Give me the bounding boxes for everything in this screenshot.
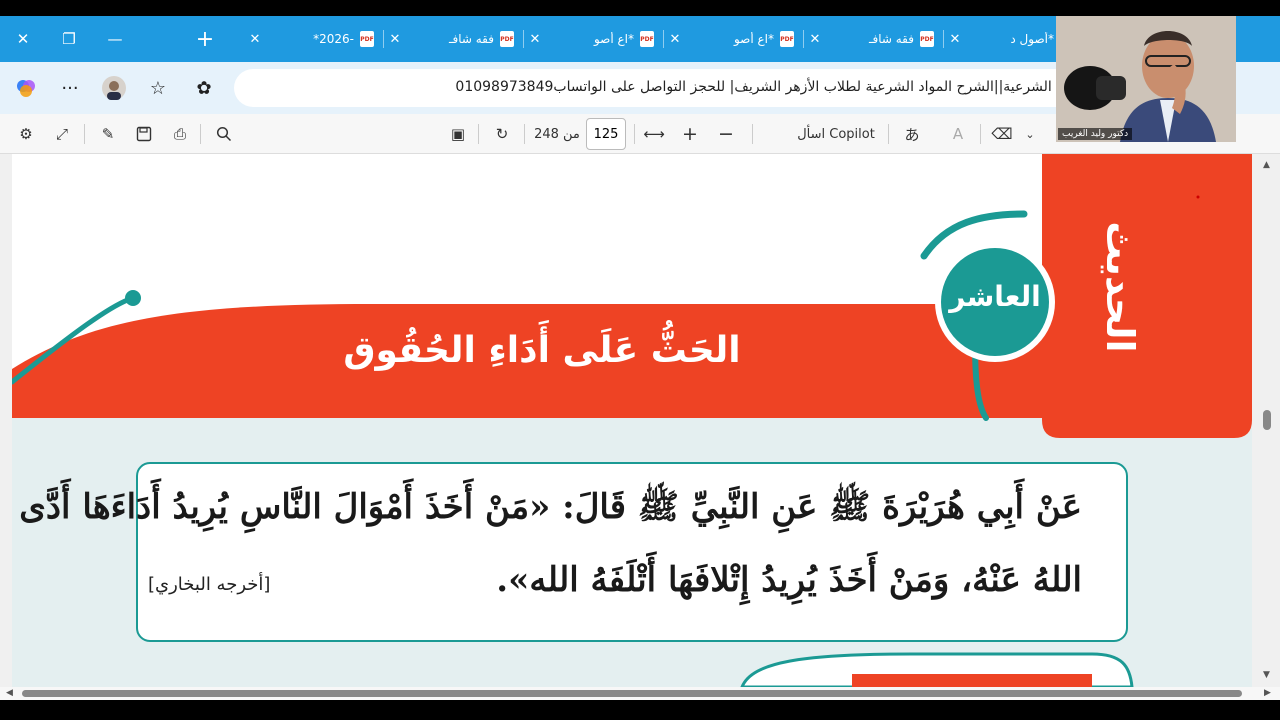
hadith-number-badge: العاشر <box>949 280 1041 313</box>
chevron-down-icon[interactable]: ⌄ <box>1020 122 1040 146</box>
lesson-title: الحَثُّ عَلَى أَدَاءِ الحُقُوق <box>343 330 741 371</box>
save-icon[interactable] <box>132 122 156 146</box>
hadith-source: [أخرجه البخاري] <box>148 574 271 595</box>
vertical-scrollbar[interactable]: ▲ ▼ <box>1260 154 1274 687</box>
more-options-icon[interactable]: ··· <box>56 74 84 102</box>
profile-avatar[interactable] <box>100 74 128 102</box>
url-field[interactable]: يوم الشرعية||الشرح المواد الشرعية لطلاب … <box>234 69 1084 107</box>
close-tab-icon[interactable]: ✕ <box>384 32 406 47</box>
favorites-icon[interactable]: ☆ <box>144 74 172 102</box>
browser-tab[interactable]: ✕ *اع أصو PDF <box>524 22 664 56</box>
hadith-vertical-label: الحديث <box>1098 221 1142 353</box>
pdf-icon: PDF <box>920 31 934 47</box>
pdf-icon: PDF <box>640 31 654 47</box>
minimize-window-icon[interactable]: — <box>92 16 138 62</box>
eraser-icon[interactable]: ⌫ <box>990 122 1014 146</box>
rotate-icon[interactable]: ↻ <box>490 122 514 146</box>
close-tab-icon[interactable]: ✕ <box>244 32 266 47</box>
browser-tab[interactable]: ✕ فقه شافـ PDF <box>384 22 524 56</box>
pdf-viewer: الحديث العاشر الحَثُّ عَلَى أَدَاءِ الحُ… <box>0 154 1280 687</box>
pdf-icon: PDF <box>360 31 374 47</box>
page-count: من 248 <box>534 126 580 142</box>
hadith-text-line: عَنْ أَبِي هُرَيْرَةَ ﷺ عَنِ النَّبِيِّ … <box>19 487 1082 527</box>
scroll-thumb[interactable] <box>22 690 1242 697</box>
horizontal-scrollbar[interactable]: ◀ ▶ <box>0 687 1280 700</box>
webcam-label: دكتور وليد الغريب <box>1058 128 1133 140</box>
copilot-icon[interactable] <box>12 74 40 102</box>
hadith-text-line: اللهُ عَنْهُ، وَمَنْ أَخَذَ يُرِيدُ إِتْ… <box>496 560 1082 600</box>
fullscreen-icon[interactable]: ⤢ <box>50 122 74 146</box>
new-tab-button[interactable]: + <box>190 24 220 54</box>
print-icon[interactable]: ⎙ <box>168 122 192 146</box>
scroll-thumb[interactable] <box>1263 410 1271 430</box>
fit-width-icon[interactable]: ⟷ <box>642 122 666 146</box>
pdf-icon: PDF <box>780 31 794 47</box>
close-window-icon[interactable]: ✕ <box>0 16 46 62</box>
zoom-out-icon[interactable]: − <box>714 122 738 146</box>
read-aloud-icon[interactable]: A <box>944 122 972 146</box>
pdf-page: الحديث العاشر الحَثُّ عَلَى أَدَاءِ الحُ… <box>12 154 1252 687</box>
page-number-input[interactable]: 125 <box>586 118 626 150</box>
browser-tab[interactable]: ✕ -2026* PDF <box>244 22 384 56</box>
extensions-icon[interactable]: ✿ <box>190 74 218 102</box>
close-tab-icon[interactable]: ✕ <box>524 32 546 47</box>
translate-icon[interactable]: あ <box>898 122 926 146</box>
ask-copilot-button[interactable]: اسأل Copilot <box>790 122 882 146</box>
edit-save-icon[interactable]: ✎ <box>96 122 120 146</box>
page-view-icon[interactable]: ▣ <box>446 122 470 146</box>
zoom-in-icon[interactable]: + <box>678 122 702 146</box>
webcam-overlay: دكتور وليد الغريب <box>1056 16 1236 142</box>
search-icon[interactable] <box>212 122 236 146</box>
pdf-icon: PDF <box>500 31 514 47</box>
close-tab-icon[interactable]: ✕ <box>944 32 966 47</box>
close-tab-icon[interactable]: ✕ <box>664 32 686 47</box>
close-tab-icon[interactable]: ✕ <box>804 32 826 47</box>
browser-tab[interactable]: ✕ فقه شافـ PDF <box>804 22 944 56</box>
browser-tab[interactable]: ✕ *اع أصو PDF <box>664 22 804 56</box>
hadith-box: عَنْ أَبِي هُرَيْرَةَ ﷺ عَنِ النَّبِيِّ … <box>19 462 1128 642</box>
restore-window-icon[interactable]: ❐ <box>46 16 92 62</box>
settings-gear-icon[interactable]: ⚙ <box>14 122 38 146</box>
